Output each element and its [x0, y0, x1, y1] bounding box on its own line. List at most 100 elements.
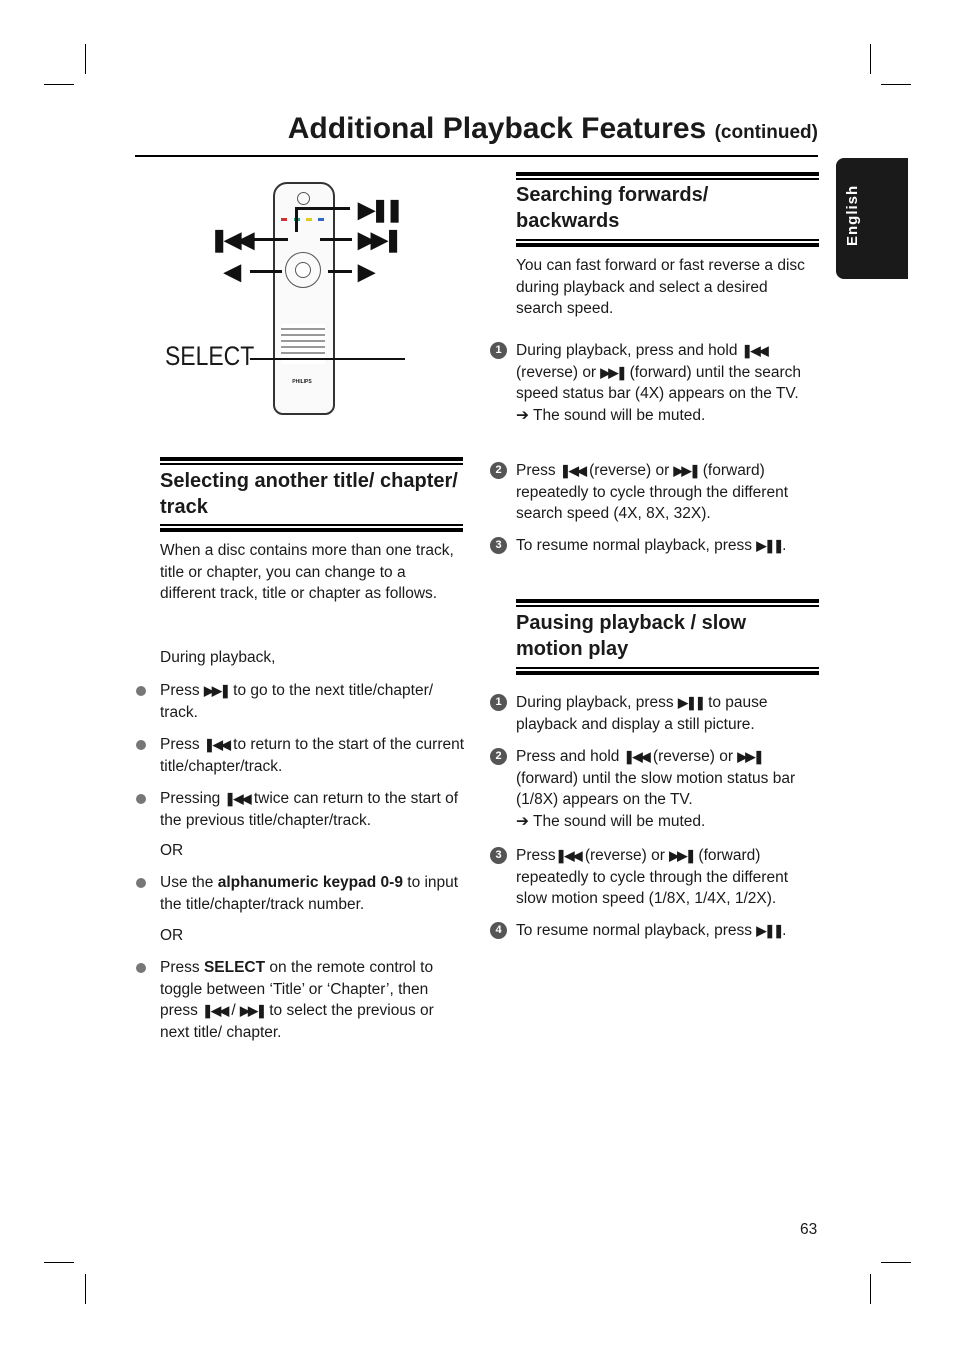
title-rule	[135, 155, 818, 157]
pointer-line	[328, 270, 352, 273]
next-icon: ▶▶❚	[358, 227, 402, 252]
section-rule	[516, 178, 819, 180]
crop-mark	[870, 44, 871, 74]
play-pause-icon: ▶❚❚	[358, 197, 404, 222]
bullet-item: Press ▶▶❚ to go to the next title/chapte…	[136, 680, 465, 723]
crop-mark	[85, 1274, 86, 1304]
section-rule	[516, 239, 819, 241]
text-run: Press	[160, 682, 204, 699]
during-playback-text: During playback,	[160, 649, 276, 666]
pointer-line	[250, 270, 282, 273]
bold-text: SELECT	[203, 959, 266, 976]
power-icon	[297, 192, 310, 205]
step-number: 1	[490, 694, 507, 711]
previous-icon: ❚◀◀	[210, 227, 254, 252]
yellow-key	[306, 218, 312, 221]
section-rule	[516, 667, 819, 669]
step-item: 1 During playback, press and hold ❚◀◀ (re…	[490, 340, 816, 426]
crop-mark	[881, 1262, 911, 1263]
previous-icon: ❚◀◀	[559, 463, 587, 478]
play-pause-icon: ▶❚❚	[756, 538, 784, 553]
text-run: Press	[516, 847, 556, 864]
step-item: 2 Press ❚◀◀ (reverse) or ▶▶❚ (forward) re…	[490, 460, 816, 525]
text-run: Use the	[160, 874, 218, 891]
step-number: 2	[490, 462, 507, 479]
pointer-line	[250, 358, 405, 360]
previous-icon: ❚◀◀	[224, 791, 252, 806]
text-run: Press	[160, 959, 204, 976]
bullet-item: Press ❚◀◀ to return to the start of the …	[136, 734, 465, 777]
pointer-line	[295, 207, 298, 232]
section-heading-search: Searching forwards/ backwards	[516, 184, 709, 232]
text-run: /	[227, 1002, 241, 1019]
text-run: Press	[160, 736, 204, 753]
section-rule	[516, 605, 819, 607]
section-rule	[160, 457, 463, 461]
text-run: To resume normal playback, press	[516, 537, 757, 554]
section-rule	[160, 528, 463, 532]
step-item: 3 To resume normal playback, press ▶❚❚.	[490, 535, 816, 557]
section-rule	[516, 243, 819, 247]
crop-mark	[44, 84, 74, 85]
crop-mark	[881, 84, 911, 85]
bullet-item: Use the alphanumeric keypad 0-9 to input…	[136, 872, 465, 915]
red-key	[281, 218, 287, 221]
next-icon: ▶▶❚	[203, 683, 231, 698]
bullet-item: Pressing ❚◀◀ twice can return to the sta…	[136, 788, 465, 831]
right-arrow-icon: ▶	[358, 259, 375, 284]
step-item: 3 Press❚◀◀ (reverse) or ▶▶❚ (forward) rep…	[490, 845, 816, 910]
play-pause-icon: ▶❚❚	[756, 923, 784, 938]
text-run: During playback, press	[516, 694, 678, 711]
text-run: (reverse) or	[648, 748, 738, 765]
next-icon: ▶▶❚	[600, 364, 627, 380]
title-continued: (continued)	[714, 122, 818, 143]
remote-figure: PHILIPS ▶❚❚ ❚◀◀ ▶▶❚ ◀ ▶ SELECT	[160, 175, 405, 420]
step-item: 2 Press and hold ❚◀◀ (reverse) or ▶▶❚ (fo…	[490, 746, 816, 832]
crop-mark	[85, 44, 86, 74]
section-heading-select-title: Selecting another title/ chapter/ track	[160, 470, 458, 518]
text-run: Pressing	[160, 790, 225, 807]
text-run: ➔ The sound will be muted.	[516, 406, 706, 424]
section-rule	[160, 524, 463, 526]
previous-icon: ❚◀◀	[202, 1003, 229, 1018]
text-run: During playback, press and hold	[516, 342, 742, 359]
step-number: 3	[490, 537, 507, 554]
bold-text: alphanumeric keypad 0-9	[217, 874, 403, 891]
previous-icon: ❚◀◀	[555, 848, 583, 863]
intro-paragraph: When a disc contains more than one track…	[160, 542, 454, 602]
bullet-item: Press SELECT on the remote control to to…	[136, 957, 460, 1043]
brand-logo: PHILIPS	[292, 379, 312, 385]
previous-icon: ❚◀◀	[741, 343, 769, 358]
text-run: .	[782, 537, 787, 554]
next-icon: ▶▶❚	[737, 749, 764, 764]
text-run: (reverse) or	[580, 847, 670, 864]
text-run: ➔ The sound will be muted.	[516, 812, 706, 830]
text-run: To resume normal playback, press	[516, 922, 757, 939]
title-text: Additional Playback Features	[287, 112, 707, 145]
step-item: 4 To resume normal playback, press ▶❚❚.	[490, 920, 816, 942]
blue-key	[318, 218, 324, 221]
search-intro: You can fast forward or fast reverse a d…	[516, 257, 805, 317]
text-run: Press	[516, 462, 560, 479]
or-text: OR	[160, 927, 184, 944]
previous-icon: ❚◀◀	[623, 749, 651, 764]
select-label: SELECT	[165, 341, 255, 371]
language-label: English	[844, 184, 861, 246]
section-rule	[516, 172, 819, 176]
language-tab: English	[836, 158, 908, 279]
page-number: 63	[800, 1221, 818, 1238]
previous-icon: ❚◀◀	[203, 737, 231, 752]
text-run: (reverse) or	[516, 363, 601, 381]
section-rule	[516, 671, 819, 675]
crop-mark	[44, 1262, 74, 1263]
text-run: Press and hold	[516, 748, 624, 765]
manual-page: Additional Playback Features (continued)…	[0, 0, 954, 1347]
next-icon: ▶▶❚	[673, 463, 701, 478]
step-number: 4	[490, 922, 507, 939]
section-rule	[516, 599, 819, 603]
remote-control-illustration: PHILIPS	[273, 182, 335, 415]
left-arrow-icon: ◀	[224, 259, 241, 284]
pointer-line	[250, 238, 288, 241]
page-title: Additional Playback Features (continued)	[135, 112, 818, 146]
pointer-line	[320, 238, 352, 241]
